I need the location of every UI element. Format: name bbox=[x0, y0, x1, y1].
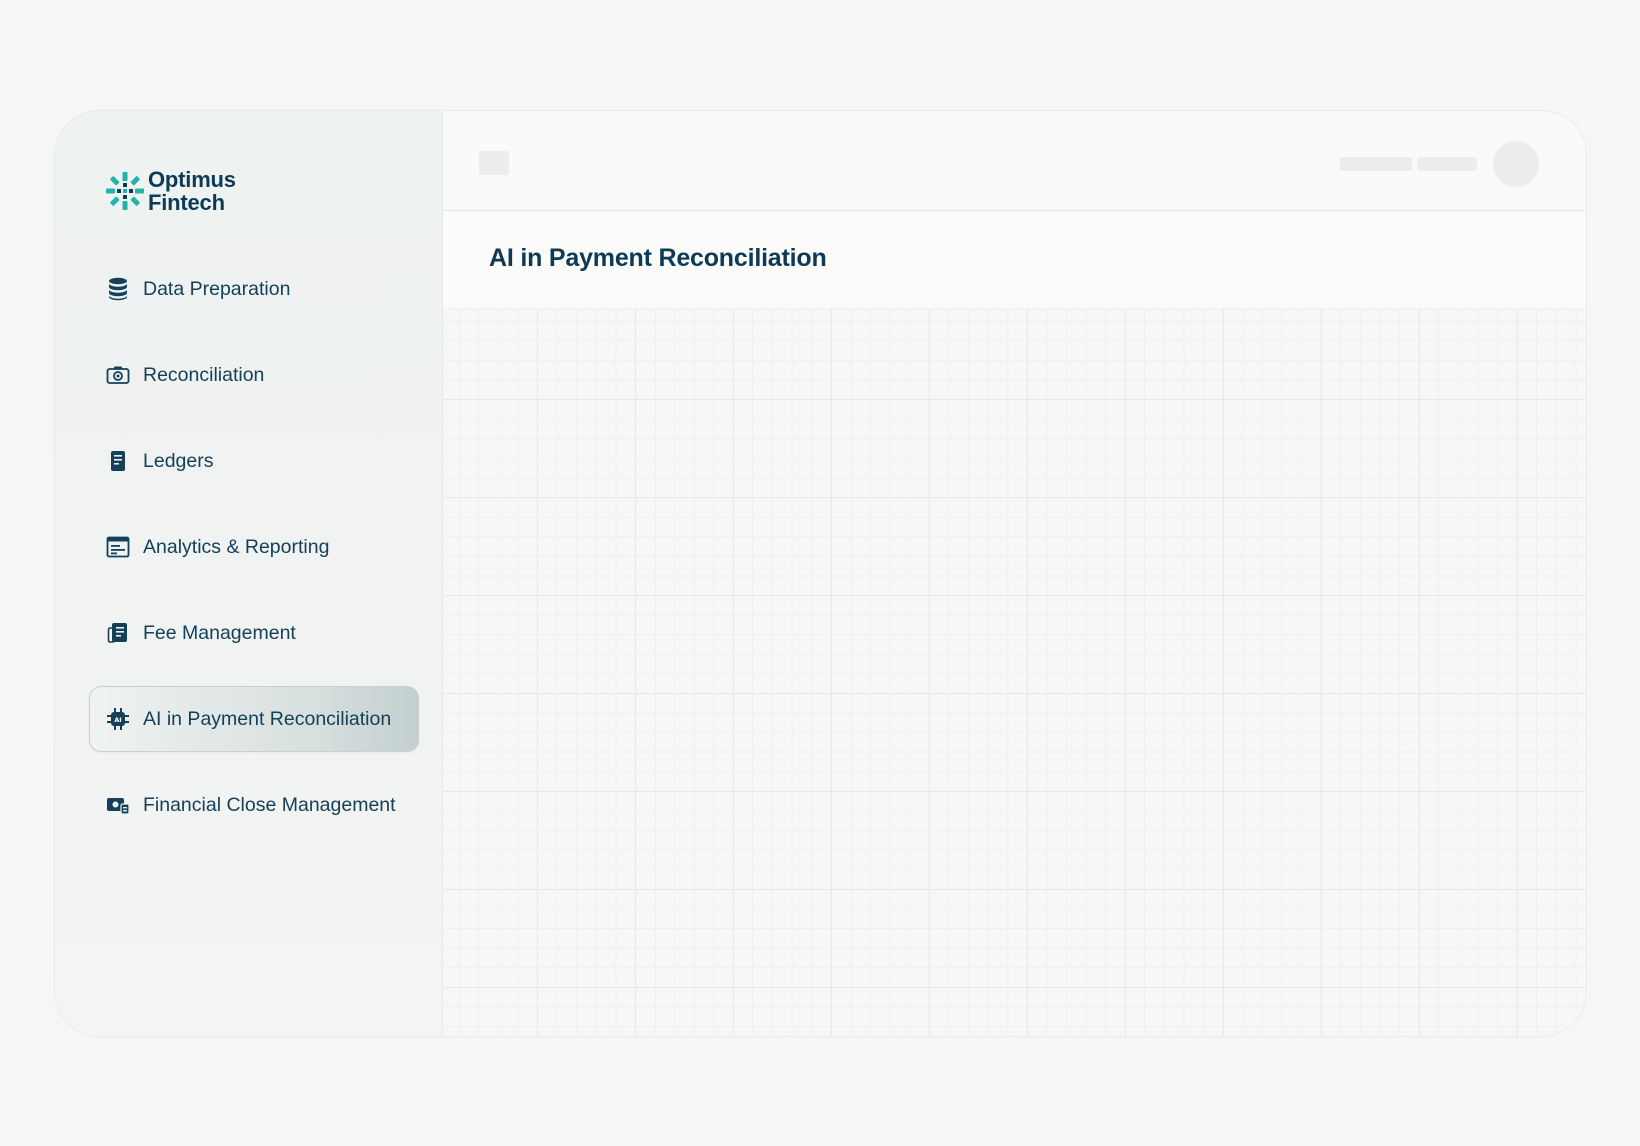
sidebar-item-ledgers[interactable]: Ledgers bbox=[89, 428, 419, 494]
sidebar-item-label: Data Preparation bbox=[143, 277, 291, 300]
sidebar-item-label: Ledgers bbox=[143, 449, 214, 472]
page-title: AI in Payment Reconciliation bbox=[489, 244, 827, 272]
brand-name-line1: Optimus bbox=[148, 167, 236, 192]
sidebar-nav: Data Preparation Reconciliation Ledgers … bbox=[89, 256, 419, 858]
sidebar-item-label: Financial Close Management bbox=[143, 793, 396, 816]
brand-logo[interactable]: Optimus Fintech bbox=[104, 168, 236, 214]
sidebar-item-data-preparation[interactable]: Data Preparation bbox=[89, 256, 419, 322]
page-header: AI in Payment Reconciliation bbox=[443, 212, 1586, 309]
financial-close-icon bbox=[106, 793, 130, 817]
menu-toggle-button[interactable] bbox=[479, 151, 509, 175]
sidebar-item-label: Fee Management bbox=[143, 621, 296, 644]
topbar-placeholder bbox=[1340, 157, 1412, 171]
svg-text:AI: AI bbox=[114, 716, 121, 724]
camera-icon bbox=[106, 363, 130, 387]
main-panel: AI in Payment Reconciliation bbox=[443, 111, 1586, 1036]
analytics-icon bbox=[106, 535, 130, 559]
sidebar-item-ai-payment-reconciliation[interactable]: AI AI in Payment Reconciliation bbox=[89, 686, 419, 752]
app-window: Optimus Fintech Data Preparation Reconci… bbox=[54, 110, 1587, 1037]
brand-name-line2: Fintech bbox=[148, 190, 225, 215]
ai-chip-icon: AI bbox=[106, 707, 130, 731]
avatar[interactable] bbox=[1493, 141, 1539, 187]
top-bar bbox=[443, 111, 1586, 211]
sidebar-item-reconciliation[interactable]: Reconciliation bbox=[89, 342, 419, 408]
brand-name: Optimus Fintech bbox=[148, 168, 236, 214]
sidebar-item-label: Reconciliation bbox=[143, 363, 265, 386]
database-icon bbox=[106, 277, 130, 301]
sidebar-item-label: AI in Payment Reconciliation bbox=[143, 707, 392, 730]
sidebar: Optimus Fintech Data Preparation Reconci… bbox=[55, 111, 443, 1036]
ledger-icon bbox=[106, 449, 130, 473]
logo-mark-icon bbox=[106, 172, 144, 210]
chat-canvas bbox=[443, 309, 1586, 1036]
sidebar-item-financial-close-management[interactable]: Financial Close Management bbox=[89, 772, 419, 838]
topbar-placeholder bbox=[1417, 157, 1477, 171]
sidebar-item-fee-management[interactable]: Fee Management bbox=[89, 600, 419, 666]
fee-icon bbox=[106, 621, 130, 645]
sidebar-item-label: Analytics & Reporting bbox=[143, 535, 330, 558]
sidebar-item-analytics-reporting[interactable]: Analytics & Reporting bbox=[89, 514, 419, 580]
